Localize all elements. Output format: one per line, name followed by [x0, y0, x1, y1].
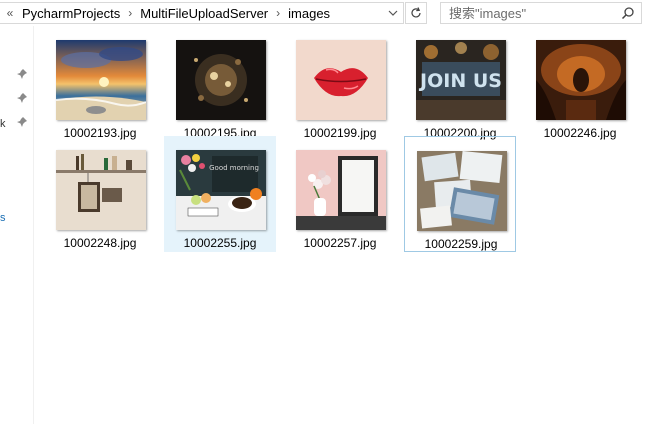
- image-thumbnail: [296, 40, 386, 120]
- image-thumbnail: [296, 150, 386, 230]
- file-name: 10002248.jpg: [63, 236, 137, 250]
- address-bar[interactable]: « PycharmProjects › MultiFileUploadServe…: [0, 2, 404, 24]
- file-name: 10002259.jpg: [424, 237, 498, 251]
- address-bar-row: « PycharmProjects › MultiFileUploadServe…: [0, 0, 655, 26]
- nav-item-fragment[interactable]: k: [0, 118, 6, 130]
- chevron-right-icon[interactable]: ›: [270, 6, 286, 20]
- file-tile[interactable]: 10002248.jpg: [44, 136, 156, 252]
- refresh-icon: [411, 7, 421, 18]
- image-thumbnail: JOIN US: [416, 40, 506, 120]
- file-name: 10002246.jpg: [543, 126, 617, 140]
- breadcrumb-item-multifileuploadserver[interactable]: MultiFileUploadServer: [138, 6, 270, 21]
- nav-item-fragment[interactable]: s: [0, 212, 6, 224]
- double-chevron-left-icon[interactable]: «: [0, 6, 20, 20]
- image-thumbnail: [536, 40, 626, 120]
- refresh-button[interactable]: [405, 2, 427, 24]
- file-name: 10002255.jpg: [183, 236, 257, 250]
- image-thumbnail: [417, 151, 507, 231]
- search-icon[interactable]: [621, 6, 635, 20]
- pin-icon[interactable]: [16, 92, 28, 104]
- file-tile[interactable]: JOIN US 10002200.jpg: [404, 26, 516, 142]
- search-input[interactable]: [449, 5, 609, 21]
- join-us-text: JOIN US: [418, 70, 502, 92]
- image-thumbnail: [176, 40, 266, 120]
- note-text: Good morning: [209, 164, 259, 172]
- image-thumbnail: [56, 40, 146, 120]
- pin-icon[interactable]: [16, 116, 28, 128]
- navigation-pane: k s: [0, 26, 34, 424]
- file-name: 10002257.jpg: [303, 236, 377, 250]
- search-box[interactable]: [440, 2, 642, 24]
- pin-icon[interactable]: [16, 68, 28, 80]
- image-thumbnail: Good morning: [176, 150, 266, 230]
- breadcrumb: « PycharmProjects › MultiFileUploadServe…: [0, 3, 382, 23]
- image-thumbnail: [56, 150, 146, 230]
- file-grid: 10002193.jpg 10002195.jpg 10002199.jpg J…: [33, 26, 655, 424]
- file-tile[interactable]: 10002193.jpg: [44, 26, 156, 142]
- file-tile-selected[interactable]: Good morning 10002255.jpg: [164, 136, 276, 252]
- breadcrumb-item-pycharmprojects[interactable]: PycharmProjects: [20, 6, 122, 21]
- file-tile[interactable]: 10002257.jpg: [284, 136, 396, 252]
- file-tile[interactable]: 10002195.jpg: [164, 26, 276, 142]
- file-tile[interactable]: 10002199.jpg: [284, 26, 396, 142]
- file-tile-focused[interactable]: 10002259.jpg: [404, 136, 516, 252]
- file-tile[interactable]: 10002246.jpg: [524, 26, 636, 142]
- chevron-down-icon[interactable]: [382, 3, 403, 23]
- breadcrumb-item-images[interactable]: images: [286, 6, 332, 21]
- chevron-right-icon[interactable]: ›: [122, 6, 138, 20]
